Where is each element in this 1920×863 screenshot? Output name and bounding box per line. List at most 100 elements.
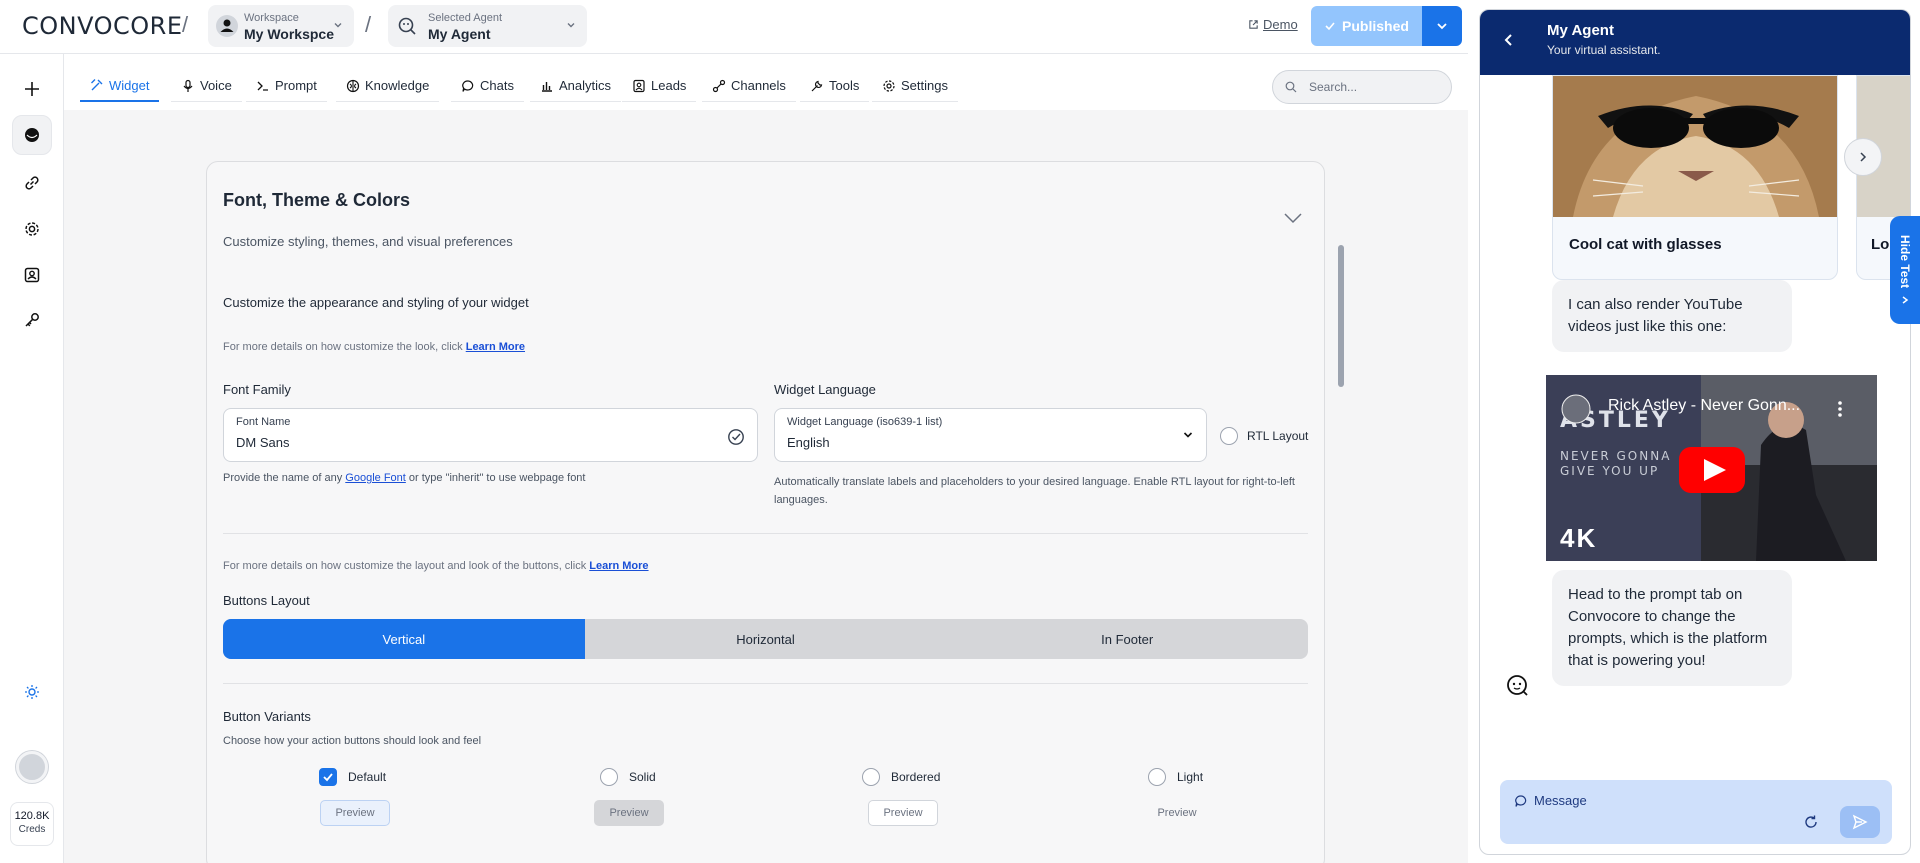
font-theme-colors-card: Font, Theme & Colors Customize styling, … [206, 161, 1325, 863]
svg-text:GIVE YOU UP: GIVE YOU UP [1560, 464, 1659, 478]
chevron-left-icon [1504, 34, 1512, 46]
divider [223, 683, 1308, 684]
sun-icon [25, 685, 39, 699]
add-button[interactable] [12, 69, 52, 109]
variant-light-checkbox[interactable] [1148, 768, 1166, 786]
check-icon [1325, 22, 1335, 31]
google-font-link[interactable]: Google Font [345, 472, 406, 484]
layout-option-in-footer[interactable]: In Footer [946, 619, 1308, 659]
preview-solid-button[interactable]: Preview [594, 800, 664, 826]
rail-keys-button[interactable] [12, 300, 52, 340]
back-button[interactable] [1502, 33, 1516, 50]
workspace-value: My Workspce [244, 26, 334, 42]
learn-more-link[interactable]: Learn More [466, 341, 525, 353]
theme-toggle-button[interactable] [12, 672, 52, 712]
layout-option-vertical[interactable]: Vertical [223, 619, 585, 659]
tab-widget[interactable]: Widget [80, 70, 160, 102]
divider [223, 533, 1308, 534]
tab-tools[interactable]: Tools [800, 70, 870, 102]
assistant-message: Head to the prompt tab on Convocore to c… [1552, 570, 1792, 686]
rail-agents-button[interactable] [12, 115, 52, 155]
language-field-label: Widget Language (iso639-1 list) [787, 416, 943, 428]
message-input[interactable]: Message [1514, 793, 1587, 808]
brain-icon [346, 79, 360, 92]
channels-icon [712, 79, 726, 92]
buttons-hint: For more details on how customize the la… [223, 560, 649, 572]
demo-link[interactable]: Demo [1248, 17, 1298, 32]
chevron-down-icon [332, 19, 344, 34]
tab-channels[interactable]: Channels [702, 70, 796, 102]
publish-options-button[interactable] [1422, 6, 1462, 46]
gear-icon [25, 222, 39, 236]
chat-preview-panel: My Agent Your virtual assistant. Cool ca… [1479, 9, 1911, 855]
check-icon [323, 773, 333, 782]
tab-label: Leads [651, 78, 687, 93]
tab-bar: Widget Voice Prompt Knowledge Chats Anal… [64, 54, 1468, 110]
tab-prompt[interactable]: Prompt [246, 70, 327, 102]
left-rail: 120.8K Creds [0, 54, 64, 863]
tab-chats[interactable]: Chats [451, 70, 524, 102]
rtl-layout-checkbox[interactable] [1220, 427, 1238, 445]
variant-solid-checkbox[interactable] [600, 768, 618, 786]
carousel-next-button[interactable] [1844, 138, 1882, 176]
variant-bordered-checkbox[interactable] [862, 768, 880, 786]
youtube-video-embed[interactable]: ASTLEY NEVER GONNA GIVE YOU UP Rick Astl… [1546, 375, 1877, 561]
rtl-layout-label: RTL Layout [1247, 429, 1309, 443]
preview-light-button[interactable]: Preview [1142, 800, 1212, 826]
font-help-text: or type "inherit" to use webpage font [405, 472, 586, 484]
card-title: Lo [1871, 236, 1890, 253]
chat-icon [462, 79, 474, 92]
tab-settings[interactable]: Settings [872, 70, 958, 102]
video-title: Rick Astley - Never Gonn... [1608, 397, 1801, 414]
tab-label: Analytics [559, 78, 612, 93]
hide-test-label: Hide Test [1898, 235, 1912, 289]
workspace-label: Workspace [244, 12, 299, 24]
plus-icon [25, 82, 39, 96]
carousel-card[interactable]: Cool cat with glasses [1552, 75, 1838, 280]
credits-badge[interactable]: 120.8K Creds [10, 802, 54, 846]
search-input[interactable]: Search... [1272, 70, 1452, 104]
message-placeholder: Message [1534, 793, 1587, 808]
collapse-chevron-icon[interactable] [1283, 212, 1303, 227]
brand-logo[interactable]: CONVOCORE [22, 12, 182, 40]
rail-contacts-button[interactable] [12, 255, 52, 295]
rail-links-button[interactable] [12, 163, 52, 203]
button-variants-subtitle: Choose how your action buttons should lo… [223, 735, 482, 747]
widget-language-select[interactable]: Widget Language (iso639-1 list) English [774, 408, 1207, 462]
button-variants-label: Button Variants [223, 709, 311, 724]
demo-label: Demo [1263, 17, 1298, 32]
agent-selector[interactable]: Selected Agent My Agent [388, 5, 587, 47]
preview-default-button[interactable]: Preview [320, 800, 390, 826]
publish-label: Published [1342, 18, 1409, 34]
agent-avatar-icon [1506, 674, 1530, 701]
rail-settings-button[interactable] [12, 209, 52, 249]
tab-label: Voice [200, 78, 232, 93]
learn-more-link[interactable]: Learn More [589, 560, 648, 572]
send-icon [1852, 814, 1868, 830]
top-bar: CONVOCORE / Workspace My Workspce / Sele… [0, 0, 1468, 54]
layout-option-horizontal[interactable]: Horizontal [585, 619, 947, 659]
variant-default-checkbox[interactable] [319, 768, 337, 786]
hide-test-toggle[interactable]: Hide Test [1890, 216, 1920, 324]
publish-button[interactable]: Published [1311, 6, 1422, 46]
font-name-field[interactable]: Font Name DM Sans [223, 408, 758, 462]
tab-analytics[interactable]: Analytics [530, 70, 622, 102]
tab-knowledge[interactable]: Knowledge [336, 70, 440, 102]
avatar[interactable] [16, 751, 48, 783]
tab-leads[interactable]: Leads [622, 70, 697, 102]
chevron-down-icon [1182, 429, 1194, 444]
send-button[interactable] [1840, 806, 1880, 838]
message-composer[interactable]: Message [1500, 780, 1892, 844]
content-scrollbar[interactable] [1338, 245, 1344, 387]
wrench-icon [811, 80, 823, 91]
tab-label: Chats [480, 78, 514, 93]
reset-chat-button[interactable] [1803, 814, 1819, 833]
buttons-layout-label: Buttons Layout [223, 593, 310, 608]
workspace-selector[interactable]: Workspace My Workspce [208, 5, 354, 47]
preview-bordered-button[interactable]: Preview [868, 800, 938, 826]
widget-language-label: Widget Language [774, 382, 876, 397]
tab-voice[interactable]: Voice [171, 70, 242, 102]
font-name-label: Font Name [236, 416, 291, 428]
gear-icon [883, 79, 895, 92]
bar-chart-icon [542, 81, 552, 92]
